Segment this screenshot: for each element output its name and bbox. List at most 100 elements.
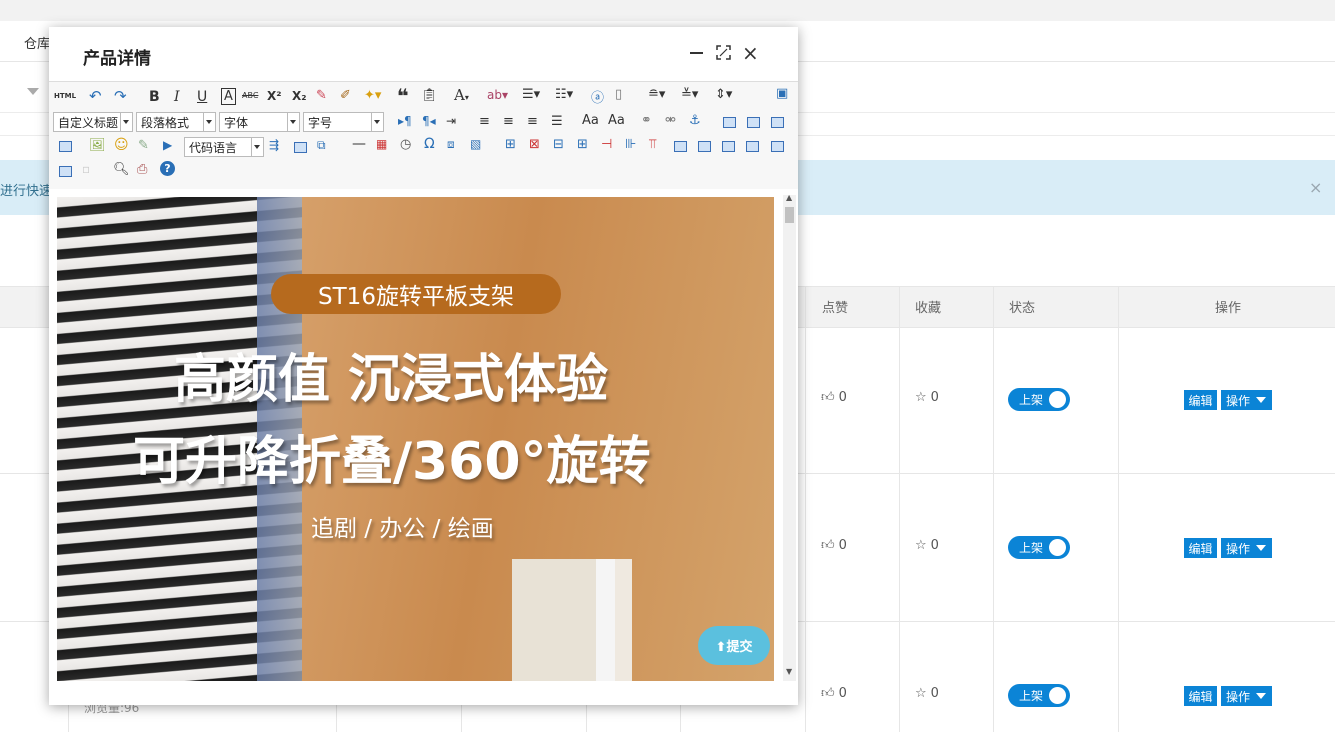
code-language-select[interactable]: 代码语言 bbox=[184, 137, 264, 157]
align-right-icon[interactable]: ≡ bbox=[527, 114, 538, 129]
tab-warehouse[interactable]: 仓库 bbox=[24, 33, 50, 52]
merge-down-icon[interactable] bbox=[722, 141, 735, 152]
image-center-icon[interactable] bbox=[59, 141, 72, 152]
font-family-select[interactable]: 字体 bbox=[219, 112, 300, 132]
custom-title-select[interactable]: 自定义标题 bbox=[53, 112, 133, 132]
scroll-up-icon[interactable]: ▲ bbox=[786, 193, 792, 202]
print-icon[interactable]: ⎙ bbox=[137, 162, 147, 177]
eraser-icon[interactable]: ✎ bbox=[316, 88, 327, 103]
page-break-icon[interactable]: ⇶ bbox=[269, 138, 279, 152]
highlight-color-icon[interactable]: ab▾ bbox=[487, 88, 508, 102]
likes-count[interactable]: 👍︎ 0 bbox=[821, 390, 847, 405]
edit-button[interactable]: 编辑 bbox=[1184, 538, 1217, 558]
format-brush-icon[interactable]: ✐ bbox=[340, 88, 351, 103]
superscript-button[interactable]: X² bbox=[267, 89, 282, 103]
favorites-count[interactable]: ☆ 0 bbox=[915, 686, 939, 701]
favorites-count[interactable]: ☆ 0 bbox=[915, 538, 939, 553]
row-spacing-icon[interactable]: ≚▾ bbox=[681, 87, 698, 102]
maximize-icon[interactable] bbox=[716, 45, 731, 60]
strikethrough-button[interactable]: ABC bbox=[242, 91, 258, 100]
submit-button[interactable]: ⬆提交 bbox=[698, 626, 770, 665]
justify-icon[interactable]: ☰ bbox=[551, 114, 563, 129]
insert-row-icon[interactable]: ⊞ bbox=[577, 137, 588, 152]
align-left-icon[interactable]: ≡ bbox=[479, 114, 490, 129]
font-color-button[interactable]: A▾ bbox=[454, 86, 469, 104]
status-toggle[interactable]: 上架 bbox=[1008, 388, 1070, 411]
insert-video-icon[interactable]: ▶ bbox=[163, 138, 172, 152]
column-header-favorites[interactable]: 收藏 bbox=[915, 297, 941, 316]
horizontal-rule-icon[interactable]: — bbox=[352, 136, 366, 152]
unordered-list-icon[interactable]: ☷▾ bbox=[555, 87, 573, 102]
scrawl-icon[interactable]: ✎ bbox=[138, 138, 149, 153]
split-rows-icon[interactable] bbox=[771, 141, 784, 152]
chart-icon[interactable]: ▫ bbox=[82, 162, 90, 176]
likes-count[interactable]: 👍︎ 0 bbox=[821, 686, 847, 701]
ordered-list-icon[interactable]: ☰▾ bbox=[522, 87, 540, 102]
merge-right-icon[interactable] bbox=[698, 141, 711, 152]
chevron-down-icon[interactable] bbox=[27, 88, 39, 95]
scrollbar-thumb[interactable] bbox=[785, 207, 794, 223]
merge-cells-icon[interactable] bbox=[674, 141, 687, 152]
edit-button[interactable]: 编辑 bbox=[1184, 390, 1217, 410]
link-icon[interactable]: ⚭ bbox=[641, 113, 652, 128]
html-source-button[interactable]: HTML bbox=[54, 92, 76, 100]
image-left-icon[interactable] bbox=[747, 117, 760, 128]
indent-icon[interactable]: ⇥ bbox=[446, 114, 456, 128]
edit-button[interactable]: 编辑 bbox=[1184, 686, 1217, 706]
delete-table-icon[interactable]: ⊠ bbox=[529, 137, 540, 152]
map-icon[interactable]: ▧ bbox=[470, 137, 481, 151]
blockquote-button[interactable]: ❝ bbox=[397, 84, 409, 108]
anchor-icon[interactable]: ⚓ bbox=[689, 113, 701, 128]
redo-icon[interactable]: ↷ bbox=[114, 87, 127, 105]
operations-dropdown[interactable]: 操作 bbox=[1221, 390, 1272, 410]
align-center-icon[interactable]: ≡ bbox=[503, 114, 514, 129]
status-toggle[interactable]: 上架 bbox=[1008, 536, 1070, 559]
editor-scrollbar[interactable] bbox=[783, 195, 796, 681]
insert-col-icon[interactable]: ⊪ bbox=[625, 137, 636, 152]
insert-paragraph-before-table-icon[interactable]: ⊟ bbox=[553, 137, 564, 152]
paragraph-spacing-icon[interactable]: ⇕▾ bbox=[715, 87, 732, 102]
underline-button[interactable]: U bbox=[197, 89, 207, 105]
emotion-icon[interactable]: ☺ bbox=[114, 137, 129, 153]
split-cols-icon[interactable] bbox=[59, 166, 72, 177]
rtl-icon[interactable]: ¶◂ bbox=[422, 114, 436, 128]
select-all-icon[interactable]: ⓐ bbox=[591, 87, 604, 106]
close-icon[interactable]: × bbox=[742, 41, 759, 65]
operations-dropdown[interactable]: 操作 bbox=[1221, 538, 1272, 558]
lowercase-icon[interactable]: Aa bbox=[608, 113, 625, 128]
paragraph-format-select[interactable]: 段落格式 bbox=[136, 112, 216, 132]
date-icon[interactable]: ▦ bbox=[376, 137, 387, 151]
auto-format-icon[interactable]: ✦▾ bbox=[364, 88, 381, 103]
image-none-icon[interactable] bbox=[723, 117, 736, 128]
font-border-button[interactable]: A bbox=[221, 88, 236, 105]
delete-col-icon[interactable]: ⫪ bbox=[649, 137, 656, 152]
paste-plain-icon[interactable]: 📋︎ bbox=[421, 88, 438, 103]
font-size-select[interactable]: 字号 bbox=[303, 112, 384, 132]
image-right-icon[interactable] bbox=[771, 117, 784, 128]
clear-doc-icon[interactable]: ▯ bbox=[615, 87, 622, 102]
split-cells-icon[interactable] bbox=[746, 141, 759, 152]
notice-close-icon[interactable]: × bbox=[1309, 178, 1322, 197]
bold-button[interactable]: B bbox=[149, 89, 160, 105]
template-icon[interactable] bbox=[294, 142, 307, 153]
column-header-likes[interactable]: 点赞 bbox=[822, 297, 848, 316]
unlink-icon[interactable]: ⚮ bbox=[665, 113, 676, 128]
undo-icon[interactable]: ↶ bbox=[89, 87, 102, 105]
wordimage-icon[interactable]: ⧈ bbox=[447, 137, 455, 152]
insert-table-icon[interactable]: ⊞ bbox=[505, 137, 516, 152]
column-header-status[interactable]: 状态 bbox=[1009, 297, 1035, 316]
background-icon[interactable]: ⧉ bbox=[317, 138, 326, 153]
favorites-count[interactable]: ☆ 0 bbox=[915, 390, 939, 405]
likes-count[interactable]: 👍︎ 0 bbox=[821, 538, 847, 553]
special-char-button[interactable]: Ω bbox=[424, 136, 435, 152]
scroll-down-icon[interactable]: ▼ bbox=[786, 667, 792, 676]
operations-dropdown[interactable]: 操作 bbox=[1221, 686, 1272, 706]
subscript-button[interactable]: X₂ bbox=[292, 89, 307, 103]
insert-image-icon[interactable]: 🖼︎ bbox=[89, 138, 106, 153]
search-replace-icon[interactable]: 🔍︎ bbox=[113, 162, 130, 177]
italic-button[interactable]: I bbox=[174, 89, 180, 105]
ltr-icon[interactable]: ▸¶ bbox=[398, 114, 412, 128]
column-header-actions[interactable]: 操作 bbox=[1215, 297, 1241, 316]
status-toggle[interactable]: 上架 bbox=[1008, 684, 1070, 707]
time-icon[interactable]: ◷ bbox=[400, 137, 411, 152]
